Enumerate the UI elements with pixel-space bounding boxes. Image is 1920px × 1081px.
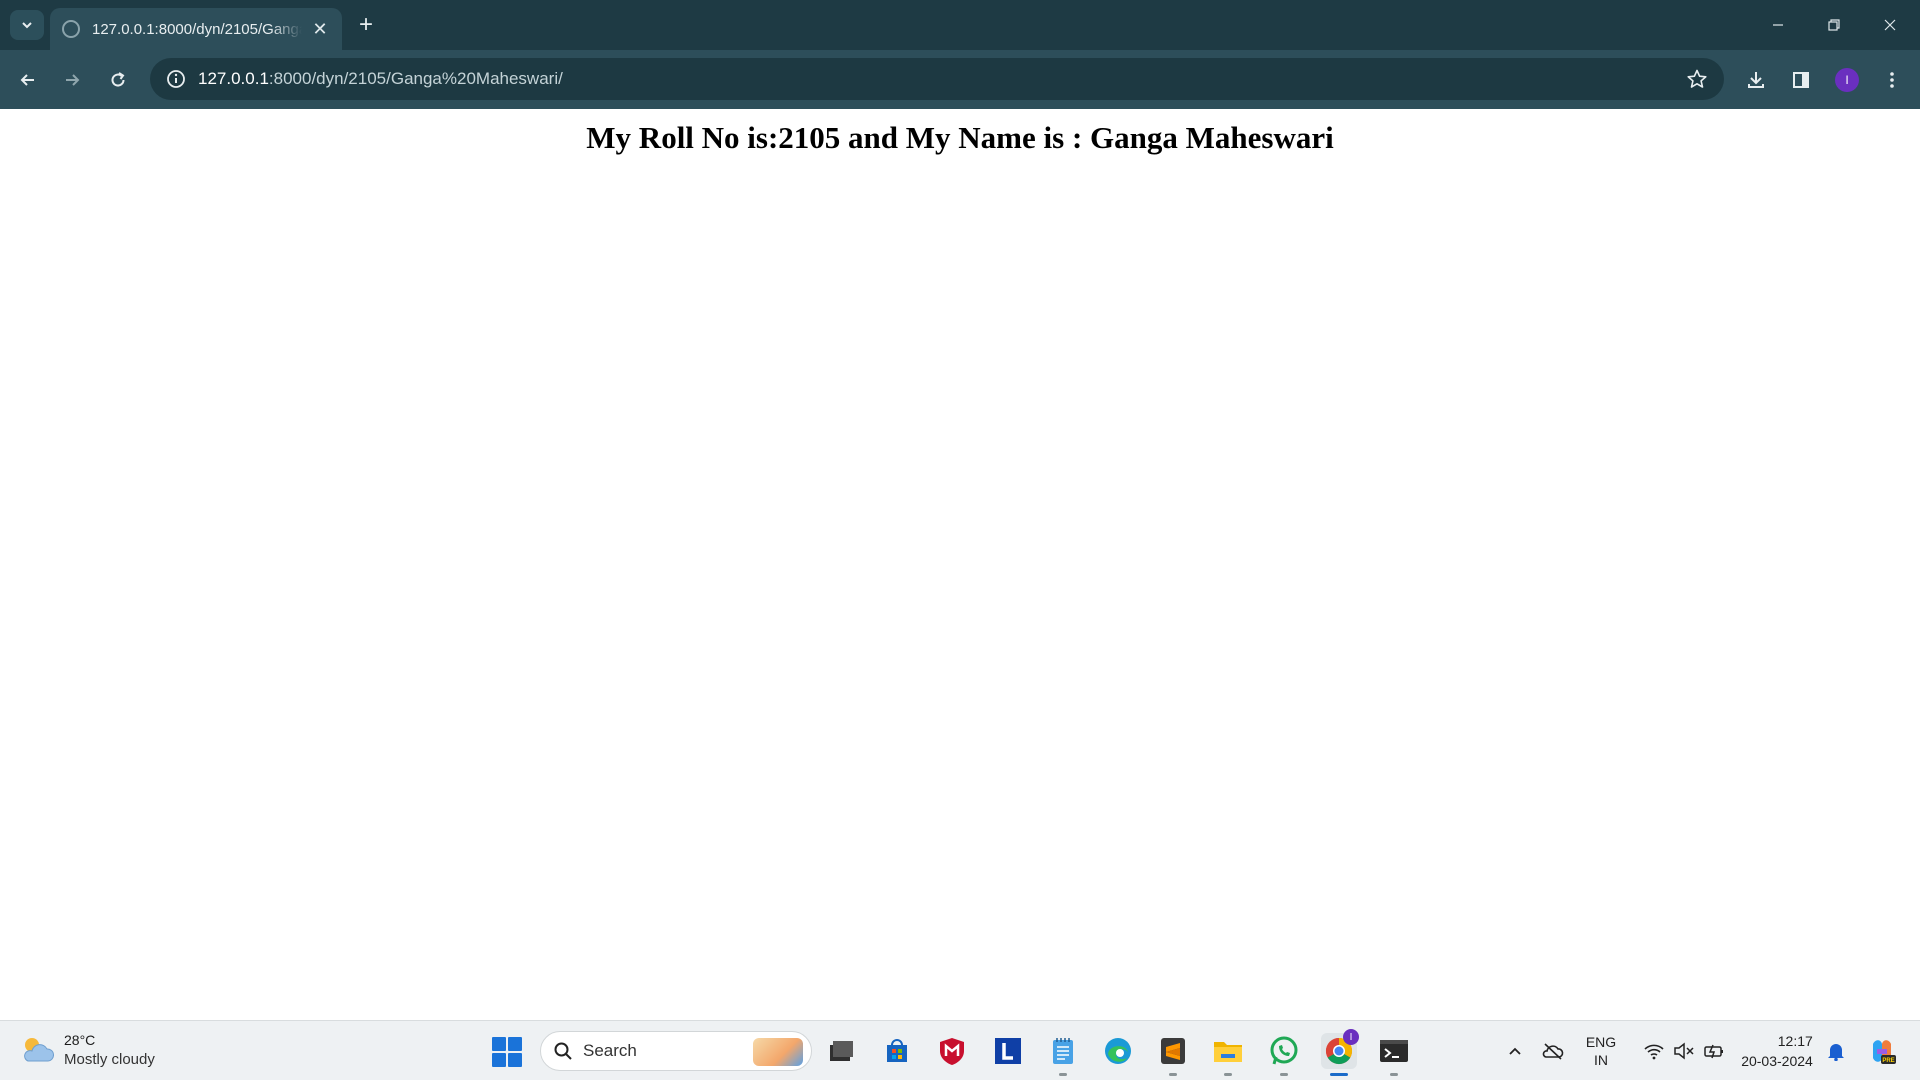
terminal-icon (1380, 1040, 1408, 1062)
file-manager-icon (830, 1041, 853, 1061)
url-path: :8000/dyn/2105/Ganga%20Maheswari/ (268, 69, 563, 88)
windows-logo-icon (492, 1037, 506, 1051)
arrow-left-icon (20, 74, 34, 86)
page-viewport: My Roll No is:2105 and My Name is : Gang… (0, 109, 1920, 1020)
arrow-right-icon (66, 74, 80, 86)
downloads-button[interactable] (1740, 64, 1772, 96)
info-icon (167, 70, 185, 88)
back-button[interactable] (12, 64, 44, 96)
notifications-button[interactable] (1822, 1021, 1850, 1081)
restore-icon (1828, 19, 1840, 31)
minimize-button[interactable] (1750, 0, 1806, 50)
cloud-offline-icon (1542, 1043, 1564, 1060)
copilot-icon: PRE (1873, 1040, 1896, 1064)
language-indicator[interactable]: ENG IN (1578, 1021, 1624, 1081)
new-tab-button[interactable]: + (352, 10, 380, 40)
address-bar[interactable]: 127.0.0.1:8000/dyn/2105/Ganga%20Maheswar… (150, 58, 1724, 100)
taskbar-l-app[interactable] (990, 1033, 1026, 1069)
clock[interactable]: 12:17 20-03-2024 (1736, 1021, 1818, 1081)
language-code: ENG (1585, 1034, 1617, 1050)
search-label: Search (583, 1041, 637, 1060)
sublime-text-icon (1161, 1038, 1185, 1064)
url-text[interactable]: 127.0.0.1:8000/dyn/2105/Ganga%20Maheswar… (198, 69, 563, 89)
site-info-button[interactable] (154, 58, 198, 100)
reload-button[interactable] (102, 64, 134, 96)
battery-charging-icon (1704, 1044, 1723, 1059)
avatar: I (1835, 68, 1859, 92)
edge-browser-icon (1105, 1038, 1131, 1064)
whatsapp-icon (1270, 1036, 1298, 1065)
network-volume-battery-button[interactable] (1634, 1021, 1734, 1081)
l-app-icon (995, 1038, 1021, 1064)
chevron-up-icon (1509, 1047, 1521, 1055)
running-indicator (1224, 1073, 1232, 1076)
running-indicator (1059, 1073, 1067, 1076)
side-panel-icon (1793, 72, 1809, 88)
chrome-profile-badge: I (1343, 1029, 1359, 1045)
copilot-button[interactable]: PRE (1862, 1021, 1902, 1081)
menu-button[interactable] (1876, 64, 1908, 96)
taskbar-terminal[interactable] (1376, 1033, 1412, 1076)
url-host: 127.0.0.1 (198, 69, 269, 88)
weather-temperature: 28°C (64, 1032, 96, 1048)
taskbar-whatsapp[interactable] (1266, 1033, 1302, 1076)
running-indicator (1280, 1073, 1288, 1076)
chevron-down-icon (22, 22, 32, 29)
svg-text:PRE: PRE (1882, 1058, 1894, 1064)
wifi-icon (1644, 1044, 1664, 1060)
page-heading: My Roll No is:2105 and My Name is : Gang… (586, 120, 1334, 155)
reload-icon (111, 72, 125, 87)
side-panel-button[interactable] (1785, 64, 1817, 96)
weather-widget[interactable]: 28°C Mostly cloudy (20, 1031, 155, 1069)
mcafee-shield-icon (940, 1038, 964, 1065)
bell-icon (1828, 1044, 1844, 1061)
notepad-icon (1053, 1038, 1073, 1064)
weather-condition: Mostly cloudy (64, 1051, 155, 1068)
plus-icon: + (358, 11, 373, 38)
store-icon (887, 1039, 907, 1062)
search-highlight-illustration (753, 1038, 803, 1066)
tray-overflow-button[interactable] (1500, 1021, 1530, 1081)
cloudy-weather-icon (24, 1038, 54, 1062)
taskbar: 28°C Mostly cloudy Search I ENG IN 12:17… (0, 1020, 1920, 1080)
download-icon (1748, 72, 1764, 88)
taskbar-file-explorer[interactable] (823, 1033, 859, 1069)
folder-icon (1214, 1042, 1242, 1062)
browser-toolbar: 127.0.0.1:8000/dyn/2105/Ganga%20Maheswar… (0, 50, 1920, 109)
taskbar-mcafee[interactable] (934, 1033, 970, 1069)
tab-search-button[interactable] (10, 10, 44, 40)
search-icon (554, 1042, 572, 1060)
more-vertical-icon (1890, 72, 1894, 88)
running-indicator (1390, 1073, 1398, 1076)
taskbar-sublime-text[interactable] (1155, 1033, 1191, 1076)
browser-tab[interactable]: 127.0.0.1:8000/dyn/2105/Ganga Maheswari … (50, 8, 342, 50)
close-icon (1884, 19, 1896, 31)
tab-title: 127.0.0.1:8000/dyn/2105/Ganga Maheswari (92, 20, 302, 38)
browser-titlebar: 127.0.0.1:8000/dyn/2105/Ganga Maheswari … (0, 0, 1920, 50)
forward-button[interactable] (56, 64, 88, 96)
tab-close-icon[interactable]: ✕ (310, 19, 330, 40)
onedrive-tray-button[interactable] (1538, 1021, 1568, 1081)
taskbar-folder[interactable] (1210, 1033, 1246, 1076)
restore-button[interactable] (1806, 0, 1862, 50)
taskbar-search[interactable]: Search (540, 1031, 812, 1071)
globe-icon (62, 20, 80, 38)
profile-button[interactable]: I (1831, 64, 1863, 96)
clock-time: 12:17 (1777, 1033, 1813, 1049)
bookmark-star-icon[interactable] (1686, 68, 1708, 90)
active-indicator (1330, 1073, 1348, 1076)
language-region: IN (1594, 1052, 1608, 1068)
start-button[interactable] (492, 1037, 522, 1067)
clock-date: 20-03-2024 (1741, 1053, 1813, 1069)
taskbar-microsoft-store[interactable] (879, 1033, 915, 1069)
running-indicator (1169, 1073, 1177, 1076)
taskbar-notepad[interactable] (1045, 1033, 1081, 1076)
taskbar-edge[interactable] (1100, 1033, 1136, 1069)
close-window-button[interactable] (1862, 0, 1918, 50)
minimize-icon (1773, 24, 1783, 26)
volume-muted-icon (1674, 1042, 1694, 1060)
taskbar-chrome[interactable]: I (1321, 1029, 1359, 1076)
